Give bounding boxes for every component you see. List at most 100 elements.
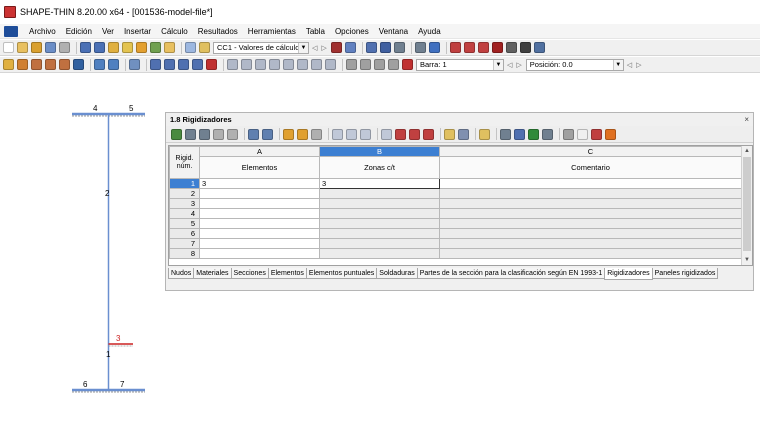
menu-insertar[interactable]: Insertar <box>119 27 156 36</box>
moment-icon[interactable] <box>505 42 517 53</box>
cell-zonas[interactable] <box>319 188 440 199</box>
paste-icon[interactable] <box>360 59 371 70</box>
row-number[interactable]: 5 <box>169 218 200 229</box>
dimension-icon[interactable] <box>94 59 105 70</box>
row-number[interactable]: 1 <box>169 178 200 189</box>
percent-icon[interactable] <box>591 128 602 140</box>
go-to-table-icon[interactable] <box>171 128 182 140</box>
cell-elementos[interactable] <box>199 228 320 239</box>
zoom-all-icon[interactable] <box>178 59 189 70</box>
delete-selection-icon[interactable] <box>395 128 406 140</box>
table-icon[interactable] <box>185 42 196 53</box>
dim-line-5-icon[interactable] <box>283 59 294 70</box>
table-row[interactable]: 1 3 3 <box>169 178 742 189</box>
view-icon[interactable] <box>365 42 377 53</box>
tab-elementos-puntuales[interactable]: Elementos puntuales <box>305 268 378 279</box>
previous-icon[interactable]: ◁ <box>507 61 512 69</box>
menu-herramientas[interactable]: Herramientas <box>243 27 301 36</box>
cell-elementos[interactable] <box>199 208 320 219</box>
column-letter-c[interactable]: C <box>439 146 742 157</box>
dim-line-icon[interactable] <box>227 59 238 70</box>
menu-edicion[interactable]: Edición <box>61 27 97 36</box>
cell-elementos[interactable] <box>199 218 320 229</box>
cell-zonas[interactable] <box>319 248 440 259</box>
tab-rigidizadores[interactable]: Rigidizadores <box>604 268 653 280</box>
cell-comentario[interactable] <box>439 198 742 209</box>
next-table-icon[interactable] <box>262 128 273 140</box>
table-row[interactable]: 5 <box>169 218 742 229</box>
scroll-down-icon[interactable]: ▼ <box>742 255 752 265</box>
render-icon[interactable] <box>379 42 391 53</box>
section-i-icon[interactable] <box>73 59 84 70</box>
section-i-orange-icon[interactable] <box>605 128 616 140</box>
row-number[interactable]: 2 <box>169 188 200 199</box>
table-row[interactable]: 8 <box>169 248 742 259</box>
units-icon[interactable] <box>514 128 525 140</box>
move-left-icon[interactable] <box>409 128 420 140</box>
menu-tabla[interactable]: Tabla <box>301 27 330 36</box>
cell-zonas[interactable] <box>319 228 440 239</box>
clear-selection-icon[interactable] <box>402 59 413 70</box>
node-icon[interactable] <box>31 59 42 70</box>
clear-icon[interactable] <box>381 128 392 140</box>
next-icon[interactable]: ▷ <box>516 61 521 69</box>
delete-row-icon[interactable] <box>346 128 357 140</box>
calculate-icon[interactable] <box>136 42 147 53</box>
print-graphic-icon[interactable] <box>59 42 70 53</box>
column-icon[interactable] <box>444 128 455 140</box>
cell-zonas[interactable] <box>319 208 440 219</box>
stiffener-icon[interactable] <box>129 59 140 70</box>
table-import-icon[interactable] <box>199 128 210 140</box>
folder-icon[interactable] <box>164 42 175 53</box>
copy-row-icon[interactable] <box>360 128 371 140</box>
previous-icon[interactable]: ◁ <box>627 61 632 69</box>
profile-icon[interactable] <box>59 59 70 70</box>
function-icon[interactable] <box>577 128 588 140</box>
next-icon[interactable]: ▷ <box>636 61 641 69</box>
scroll-up-icon[interactable]: ▲ <box>742 146 752 156</box>
filter-2-icon[interactable] <box>297 128 308 140</box>
scrollbar-thumb[interactable] <box>743 157 751 251</box>
cell-zonas[interactable] <box>319 238 440 249</box>
pan-icon[interactable] <box>192 59 203 70</box>
close-icon[interactable]: × <box>744 115 749 124</box>
tab-paneles-rigidizados[interactable]: Paneles rigidizados <box>651 268 719 279</box>
tab-nudos[interactable]: Nudos <box>168 268 195 279</box>
select-icon[interactable] <box>3 59 14 70</box>
rotate-icon[interactable] <box>463 42 475 53</box>
load-icon[interactable] <box>330 42 342 53</box>
column-letter-a[interactable]: A <box>199 146 320 157</box>
excel-icon[interactable] <box>528 128 539 140</box>
table-export-icon[interactable] <box>185 128 196 140</box>
element-icon[interactable] <box>45 59 56 70</box>
menu-ayuda[interactable]: Ayuda <box>413 27 446 36</box>
dim-line-2-icon[interactable] <box>241 59 252 70</box>
insert-row-icon[interactable] <box>332 128 343 140</box>
settings-icon[interactable] <box>542 128 553 140</box>
menu-opciones[interactable]: Opciones <box>330 27 374 36</box>
cell-elementos[interactable] <box>199 248 320 259</box>
cell-comentario[interactable] <box>439 218 742 229</box>
measure-icon[interactable] <box>108 59 119 70</box>
table-row[interactable]: 3 <box>169 198 742 209</box>
print-icon[interactable] <box>45 42 56 53</box>
row-number[interactable]: 7 <box>169 238 200 249</box>
refresh-icon[interactable] <box>311 128 322 140</box>
move-right-icon[interactable] <box>423 128 434 140</box>
redo-icon[interactable] <box>94 42 105 53</box>
previous-icon[interactable]: ◁ <box>312 44 317 52</box>
vertical-scrollbar[interactable]: ▲ ▼ <box>741 146 752 265</box>
menu-ver[interactable]: Ver <box>97 27 119 36</box>
table-row[interactable]: 7 <box>169 238 742 249</box>
rows-icon[interactable] <box>458 128 469 140</box>
menu-ventana[interactable]: Ventana <box>374 27 413 36</box>
open-folder-icon[interactable] <box>17 42 28 53</box>
position-select[interactable]: Posición: 0.0 ▼ <box>525 58 624 71</box>
document-menu-icon[interactable] <box>4 25 18 37</box>
dim-line-4-icon[interactable] <box>269 59 280 70</box>
next-icon[interactable]: ▷ <box>321 44 326 52</box>
dim-line-6-icon[interactable] <box>297 59 308 70</box>
tool-icon[interactable] <box>519 42 531 53</box>
search-icon[interactable] <box>122 42 133 53</box>
cell-elementos[interactable] <box>199 188 320 199</box>
